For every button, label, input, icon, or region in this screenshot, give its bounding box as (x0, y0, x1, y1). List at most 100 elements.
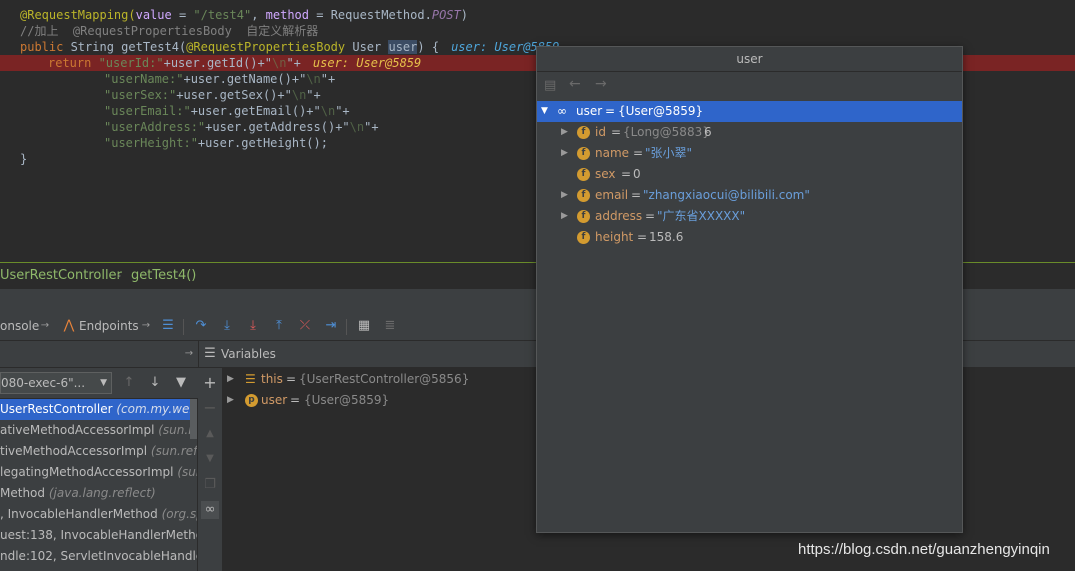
frame-item[interactable]: UserRestController (com.my.web.co (0, 399, 197, 420)
folder-icon[interactable]: ▤ (544, 78, 556, 93)
force-step-into-icon[interactable]: ⤓ (244, 317, 262, 335)
variables-title: Variables (221, 347, 276, 361)
field-value: 0 (633, 167, 641, 181)
frame-item[interactable]: Method (java.lang.reflect) (0, 483, 197, 504)
evaluate-expression-icon[interactable]: ▦ (355, 317, 373, 335)
frame-item[interactable]: uest:138, InvocableHandlerMetho (0, 525, 197, 546)
back-arrow-icon[interactable]: ← (569, 76, 581, 92)
code-text: User (345, 40, 389, 54)
comment-text: //加上 @RequestPropertiesBody 自定义解析器 (20, 24, 319, 38)
copy-icon[interactable]: ❐ (201, 476, 219, 494)
annotation-text: @RequestPropertiesBody (186, 40, 346, 54)
field-name: name (595, 146, 630, 160)
code-text: +user.getHeight(); (197, 136, 328, 150)
code-text: +user.getEmail()+" (190, 104, 321, 118)
code-line-1: @RequestMapping(value = "/test4", method… (20, 7, 468, 23)
field-ref: {Long@5883} (623, 125, 710, 139)
breadcrumb-class[interactable]: UserRestController (0, 265, 122, 287)
string-literal: "userHeight:" (104, 136, 198, 150)
code-text: , (251, 8, 266, 22)
arrow-down-icon[interactable]: ↓ (146, 374, 164, 392)
pin-icon[interactable]: → (137, 317, 155, 335)
expand-triangle-icon[interactable]: ▶ (227, 390, 234, 411)
trace-icon[interactable]: ≣ (381, 317, 399, 335)
equals-sign: = (611, 125, 622, 139)
endpoints-icon: ⋀ (63, 318, 75, 333)
tree-field-height[interactable]: f height = 158.6 (537, 227, 962, 248)
frame-name: Method (0, 486, 46, 500)
expand-triangle-icon[interactable]: ▶ (561, 143, 568, 164)
code-line-3: public String getTest4(@RequestPropertie… (20, 39, 559, 55)
expand-triangle-icon[interactable]: ▼ (541, 101, 548, 122)
escape-seq: \n (349, 120, 365, 134)
thread-select-value: 080-exec-6"... (1, 376, 86, 390)
frame-item[interactable]: , InvocableHandlerMethod (org.sp (0, 504, 197, 525)
pin-icon[interactable]: → (36, 317, 54, 335)
code-text: +user.getName()+" (183, 72, 307, 86)
tab-endpoints[interactable]: Endpoints (79, 319, 139, 333)
field-name: height (595, 230, 634, 244)
field-icon: f (577, 147, 590, 160)
frame-item[interactable]: tiveMethodAccessorImpl (sun.refle (0, 441, 197, 462)
inspect-popup[interactable]: user ▤ ← → ▼ ∞ user = {User@5859} ▶ f id… (536, 46, 963, 533)
tree-field-id[interactable]: ▶ f id = {Long@5883} 6 (537, 122, 962, 143)
watch-glasses-icon: ∞ (557, 104, 567, 118)
tree-field-name[interactable]: ▶ f name = "张小翠" (537, 143, 962, 164)
thread-select[interactable]: 080-exec-6"... ▼ (0, 372, 112, 394)
step-out-icon[interactable]: ⤒ (270, 317, 288, 335)
field-name: address (595, 209, 643, 223)
frames-list[interactable]: UserRestController (com.my.web.co ativeM… (0, 399, 197, 571)
escape-seq: \n (291, 88, 307, 102)
equals-sign: = (605, 104, 616, 118)
frames-scrollbar[interactable] (190, 399, 197, 439)
inline-debug-value[interactable]: user: User@5859 (313, 56, 421, 70)
code-text: String getTest4( (70, 40, 187, 54)
step-into-icon[interactable]: ⤓ (218, 317, 236, 335)
tab-console[interactable]: onsole (0, 319, 39, 333)
forward-arrow-icon[interactable]: → (595, 76, 607, 92)
tree-field-address[interactable]: ▶ f address = "广东省XXXXX" (537, 206, 962, 227)
frame-name: tiveMethodAccessorImpl (0, 444, 148, 458)
static-field: POST (431, 8, 461, 22)
watch-glasses-icon[interactable]: ∞ (201, 501, 219, 519)
pin-icon[interactable]: → (180, 345, 198, 363)
code-text: ) { (417, 40, 440, 54)
expand-triangle-icon[interactable]: ▶ (561, 185, 568, 206)
keyword: public (20, 40, 71, 54)
drop-frame-icon[interactable]: ⤫ (296, 317, 314, 335)
field-name: sex (595, 167, 616, 181)
selected-identifier[interactable]: user (388, 40, 418, 54)
add-icon[interactable]: + (201, 374, 219, 392)
field-icon: f (577, 189, 590, 202)
tree-field-email[interactable]: ▶ f email = "zhangxiaocui@bilibili.com" (537, 185, 962, 206)
frame-item[interactable]: ativeMethodAccessorImpl (sun.refl (0, 420, 197, 441)
popup-tree[interactable]: ▼ ∞ user = {User@5859} ▶ f id = {Long@58… (537, 100, 962, 531)
tree-field-sex[interactable]: f sex = 0 (537, 164, 962, 185)
filter-icon[interactable]: ▼ (172, 374, 190, 392)
run-to-cursor-icon[interactable]: ⇥ (322, 317, 340, 335)
code-text: +user.getSex()+" (176, 88, 292, 102)
frame-item[interactable]: ndle:102, ServletInvocableHandlerM (0, 546, 197, 567)
list-icon[interactable]: ☰ (159, 317, 177, 335)
parameter-icon: p (245, 394, 258, 407)
expand-triangle-icon[interactable]: ▶ (561, 122, 568, 143)
move-up-icon[interactable]: ▲ (201, 425, 219, 443)
field-icon: f (577, 210, 590, 223)
popup-toolbar: ▤ ← → (537, 72, 962, 100)
popup-title: user (537, 47, 962, 72)
frame-name: ativeMethodAccessorImpl (0, 423, 155, 437)
remove-icon[interactable]: − (201, 399, 219, 417)
breadcrumb-method[interactable]: getTest4() (131, 265, 196, 287)
divider (346, 319, 347, 335)
escape-seq: \n (306, 72, 321, 86)
frame-item[interactable]: legatingMethodAccessorImpl (sun (0, 462, 197, 483)
step-over-icon[interactable]: ↷ (192, 317, 210, 335)
frame-package: (org.sp (161, 507, 197, 521)
variable-value: {User@5859} (304, 393, 390, 407)
tree-root-user[interactable]: ▼ ∞ user = {User@5859} (537, 101, 962, 122)
expand-triangle-icon[interactable]: ▶ (227, 369, 234, 390)
frame-package: (java.lang.reflect) (48, 486, 156, 500)
move-down-icon[interactable]: ▼ (201, 450, 219, 468)
arrow-up-icon[interactable]: ↑ (120, 374, 138, 392)
expand-triangle-icon[interactable]: ▶ (561, 206, 568, 227)
